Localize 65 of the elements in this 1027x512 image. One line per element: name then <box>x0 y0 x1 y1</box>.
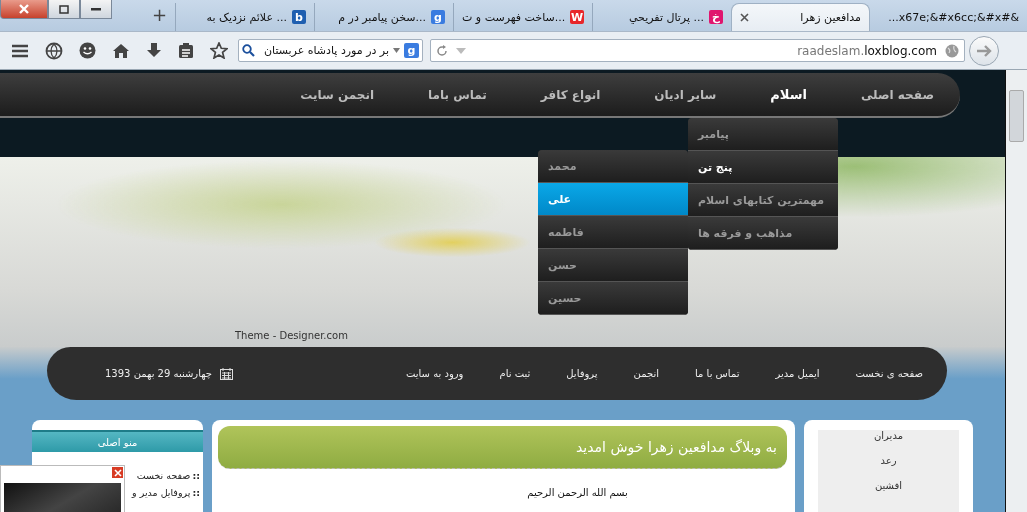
menu-item[interactable]: انجمن سايت <box>300 87 375 102</box>
browser-tab[interactable]: ...x67e;&#x6cc;&#x#& <box>870 3 1027 31</box>
menu-item[interactable]: ساير اديان <box>654 87 717 102</box>
restore-icon <box>59 4 69 14</box>
nav-link[interactable]: انجمن <box>633 368 660 379</box>
nav-link[interactable]: ثبت نام <box>499 368 531 379</box>
minimize-icon <box>91 7 101 11</box>
nav-link[interactable]: پروفايل <box>566 368 598 379</box>
sidebar-link[interactable]: پروفايل مدير و <box>132 487 191 498</box>
date-text: چهارشنبه 29 بهمن 1393 <box>105 368 212 379</box>
dropdown-item[interactable]: مذاهب و فرقه ها <box>688 217 838 250</box>
submenu-item[interactable]: فاطمه <box>538 216 688 249</box>
search-icon <box>242 44 255 57</box>
browser-tab[interactable]: مدافعين زهرا <box>731 3 870 31</box>
submenu-item[interactable]: حسين <box>538 282 688 315</box>
menu-item[interactable]: اسلام <box>770 87 807 102</box>
arrow-icon <box>976 43 992 58</box>
close-icon[interactable] <box>112 467 123 478</box>
nav-link[interactable]: تماس با ما <box>695 368 740 379</box>
site-favicon: b <box>292 10 306 24</box>
post-text: بسم الله الرحمن الرحيم <box>526 487 629 498</box>
menu-item[interactable]: انواع کافر <box>540 87 601 102</box>
dropdown-item[interactable]: مهمترين کتابهای اسلام <box>688 184 838 217</box>
back-button[interactable] <box>969 35 999 66</box>
dropdown-item[interactable]: پنج تن <box>688 151 838 184</box>
reload-icon[interactable] <box>436 44 448 57</box>
star-icon[interactable] <box>210 42 228 59</box>
menu-item[interactable]: تماس باما <box>428 87 487 102</box>
nav-link[interactable]: صفحه ی نخست <box>855 368 923 379</box>
minimize-window-button[interactable] <box>80 0 112 19</box>
caret-icon[interactable] <box>393 48 400 53</box>
menu-item[interactable]: صفحه اصلی <box>860 87 934 102</box>
close-icon <box>18 4 30 14</box>
submenu-item[interactable]: حسن <box>538 249 688 282</box>
address-field[interactable]: raadeslam.loxblog.com <box>430 39 965 62</box>
calendar-icon <box>219 367 233 380</box>
globe-icon[interactable] <box>45 41 63 60</box>
nav-link[interactable]: ورود به سايت <box>405 368 464 379</box>
close-tab-icon[interactable] <box>740 13 749 22</box>
menu-icon[interactable] <box>11 43 29 58</box>
sidebar-link[interactable]: افشين <box>874 480 903 491</box>
restore-window-button[interactable] <box>48 0 80 19</box>
sidebar-link[interactable]: صفحه نخست <box>136 470 191 481</box>
bullet-mark: :: <box>192 487 200 498</box>
site-favicon: W <box>570 10 584 24</box>
post-title: به وبلاگ مدافعين زهرا خوش امديد <box>218 426 787 469</box>
close-window-button[interactable] <box>0 0 48 19</box>
dropdown-item[interactable]: پيامبر <box>688 118 838 151</box>
site-favicon: خ <box>709 10 723 24</box>
banner-credit: Theme - Designer.com <box>235 330 348 341</box>
search-engine-icon[interactable]: g <box>404 43 419 58</box>
clipboard-icon[interactable] <box>178 42 194 59</box>
sidebar-link[interactable]: رعد <box>880 455 897 466</box>
globe-icon <box>945 43 959 58</box>
new-tab-button[interactable]: + <box>152 4 168 25</box>
nav-link[interactable]: ايميل مدير <box>775 368 820 379</box>
scrollbar[interactable] <box>1005 70 1027 512</box>
site-favicon: g <box>431 10 445 24</box>
download-icon[interactable] <box>146 42 162 59</box>
submenu-item[interactable]: محمد <box>538 150 688 183</box>
sidebar-link[interactable]: مديران <box>874 430 903 441</box>
bullet-mark: :: <box>192 470 200 481</box>
sidebar-title: منو اصلی <box>32 430 203 452</box>
smiley-icon[interactable] <box>79 42 96 59</box>
home-icon[interactable] <box>112 42 130 59</box>
